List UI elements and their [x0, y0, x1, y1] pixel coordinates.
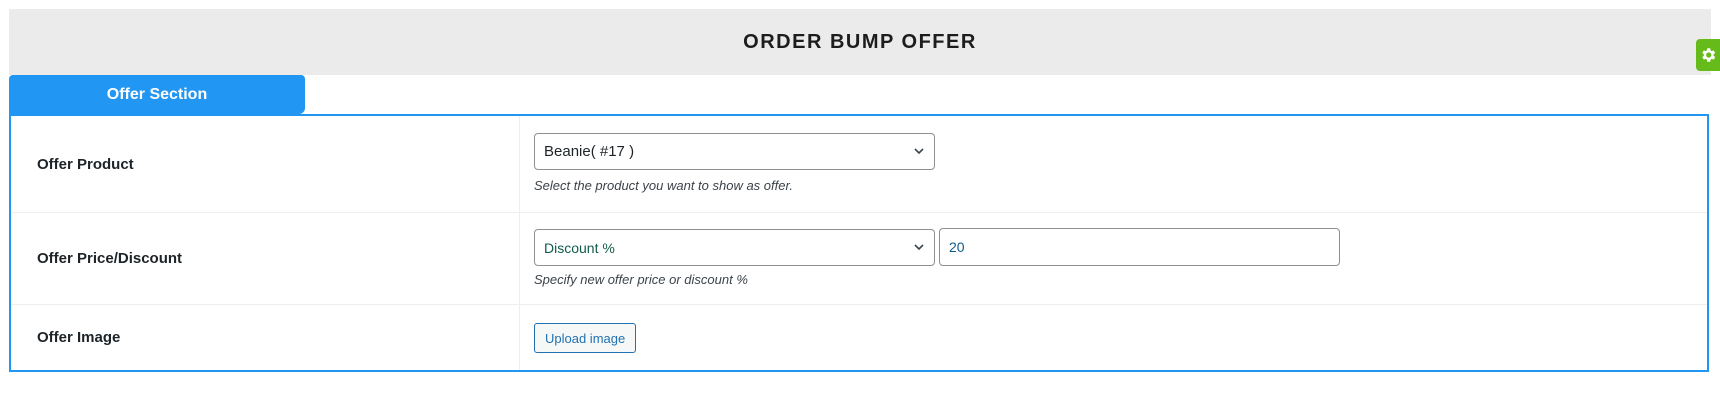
offer-product-description: Select the product you want to show as o…: [534, 178, 793, 193]
offer-product-row: Offer Product Beanie( #17 ) Select the p…: [11, 116, 1707, 213]
offer-price-row: Offer Price/Discount Discount % 20 Speci…: [11, 212, 1707, 305]
offer-section-panel: Offer Product Beanie( #17 ) Select the p…: [9, 114, 1709, 372]
offer-product-select-value: Beanie( #17 ): [544, 143, 635, 160]
offer-image-field: Upload image: [520, 304, 1707, 370]
offer-price-label: Offer Price/Discount: [11, 212, 520, 304]
settings-gear-button[interactable]: [1696, 39, 1720, 71]
page-header: ORDER BUMP OFFER: [9, 9, 1711, 75]
chevron-down-icon: [914, 244, 924, 251]
offer-image-label: Offer Image: [11, 304, 520, 370]
discount-type-select[interactable]: Discount %: [534, 229, 935, 266]
gear-icon: [1702, 48, 1716, 62]
offer-product-select[interactable]: Beanie( #17 ): [534, 133, 935, 170]
offer-image-row: Offer Image Upload image: [11, 304, 1707, 370]
upload-image-button[interactable]: Upload image: [534, 323, 637, 353]
offer-product-label: Offer Product: [11, 116, 520, 212]
offer-price-description: Specify new offer price or discount %: [534, 272, 748, 287]
discount-type-select-value: Discount %: [544, 239, 615, 256]
page-title: ORDER BUMP OFFER: [743, 30, 977, 53]
tab-offer-section[interactable]: Offer Section: [9, 75, 305, 114]
offer-product-field: Beanie( #17 ) Select the product you wan…: [520, 116, 1707, 212]
offer-price-field: Discount % 20 Specify new offer price or…: [520, 212, 1707, 304]
discount-value-input[interactable]: 20: [939, 228, 1340, 266]
chevron-down-icon: [914, 148, 924, 155]
